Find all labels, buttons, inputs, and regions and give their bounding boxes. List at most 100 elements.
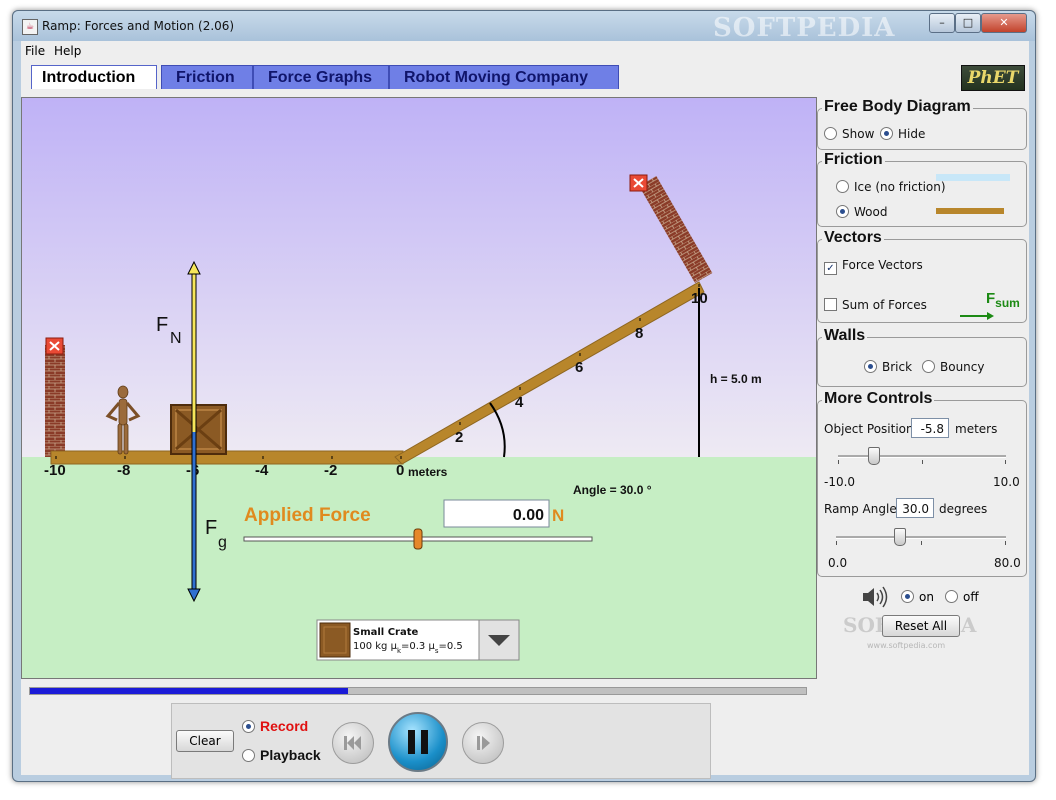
- tick-label-neg2: -2: [324, 462, 337, 479]
- tick-label-neg8: -8: [117, 462, 130, 479]
- simulation-canvas[interactable]: -10 -8 -6 -4 -2 0 2 4 6 8 10 meters h = …: [21, 97, 817, 679]
- angle-label: Angle = 30.0 °: [573, 483, 652, 497]
- wood-radio-icon[interactable]: [836, 205, 849, 218]
- sum-of-forces-checkbox[interactable]: Sum of Forces: [824, 298, 927, 312]
- normal-force-subscript: N: [170, 330, 182, 347]
- object-position-field[interactable]: -5.8: [911, 418, 949, 438]
- menu-file[interactable]: File: [25, 44, 45, 58]
- step-forward-button[interactable]: [462, 722, 504, 764]
- applied-force-unit: N: [552, 506, 564, 525]
- ice-radio-icon[interactable]: [836, 180, 849, 193]
- tab-robot-moving-company[interactable]: Robot Moving Company: [389, 65, 619, 89]
- record-progress-fill: [30, 688, 349, 694]
- position-tick-max: [1005, 460, 1006, 464]
- more-controls-title: More Controls: [822, 390, 935, 408]
- ramp-angle-slider-thumb[interactable]: [894, 528, 906, 546]
- left-brick-wall: [45, 345, 65, 457]
- brick-label: Brick: [882, 360, 913, 374]
- tick-label-neg4: -4: [255, 462, 269, 479]
- position-max-label: 10.0: [993, 475, 1020, 489]
- friction-ice-radio[interactable]: Ice (no friction): [836, 180, 946, 194]
- sound-on-label: on: [919, 590, 934, 604]
- walls-panel-title: Walls: [822, 327, 868, 345]
- fbd-hide-radio[interactable]: Hide: [880, 127, 925, 141]
- tab-friction[interactable]: Friction: [161, 65, 253, 89]
- walls-brick-radio[interactable]: Brick: [864, 360, 912, 374]
- friction-wood-radio[interactable]: Wood: [836, 205, 887, 219]
- object-selector[interactable]: Small Crate 100 kg μk=0.3 μs=0.5: [316, 619, 520, 661]
- sound-off-radio[interactable]: off: [945, 590, 979, 604]
- playback-radio-icon[interactable]: [242, 749, 255, 762]
- fsum-arrow-icon: [960, 312, 994, 320]
- clear-button[interactable]: Clear: [176, 730, 234, 752]
- fbd-hide-label: Hide: [898, 127, 926, 141]
- checkmark-icon[interactable]: ✓: [824, 262, 837, 275]
- axis-unit-label: meters: [408, 465, 448, 479]
- sum-of-forces-label: Sum of Forces: [842, 298, 927, 312]
- minimize-button[interactable]: –: [929, 13, 955, 33]
- object-position-slider-track[interactable]: [838, 455, 1006, 458]
- playback-label: Playback: [260, 747, 321, 763]
- menu-bar: File Help: [21, 41, 1029, 61]
- rewind-button[interactable]: [332, 722, 374, 764]
- window-title: Ramp: Forces and Motion (2.06): [42, 19, 235, 33]
- brick-radio-icon[interactable]: [864, 360, 877, 373]
- sound-on-radio[interactable]: on: [901, 590, 934, 604]
- tab-introduction[interactable]: Introduction: [31, 65, 157, 89]
- playback-radio[interactable]: Playback: [242, 747, 321, 763]
- applied-force-label: Applied Force: [244, 505, 371, 526]
- title-bar[interactable]: ☕ Ramp: Forces and Motion (2.06) SOFTPED…: [13, 11, 1035, 43]
- tick-label-neg10: -10: [44, 462, 66, 479]
- small-crate[interactable]: [170, 404, 227, 455]
- pause-button[interactable]: [388, 712, 448, 772]
- softpedia-watermark: SOFTPEDIA: [713, 13, 896, 43]
- fbd-show-radio-icon[interactable]: [824, 127, 837, 140]
- fsum-label: Fsum: [986, 290, 1020, 310]
- height-label: h = 5.0 m: [710, 372, 762, 386]
- angle-max-label: 80.0: [994, 556, 1021, 570]
- fbd-panel-title: Free Body Diagram: [822, 98, 973, 116]
- record-radio[interactable]: Record: [242, 718, 308, 734]
- record-progress-bar[interactable]: [29, 687, 807, 695]
- gravity-force-subscript: g: [218, 534, 227, 551]
- bouncy-radio-icon[interactable]: [922, 360, 935, 373]
- object-position-label: Object Position: [824, 422, 914, 436]
- vectors-panel-title: Vectors: [822, 229, 884, 247]
- ramp-angle-slider-track[interactable]: [836, 536, 1006, 539]
- sum-of-forces-check-icon[interactable]: [824, 298, 837, 311]
- left-wall-close-icon[interactable]: [45, 337, 64, 355]
- close-button[interactable]: ✕: [981, 13, 1027, 33]
- vectors-panel: Vectors ✓ Force Vectors Sum of Forces Fsu…: [817, 229, 1027, 323]
- object-position-unit: meters: [955, 422, 998, 436]
- speaker-icon: [861, 586, 891, 608]
- tick-label-6: 6: [575, 359, 583, 376]
- applied-force-value: 0.00: [513, 507, 544, 524]
- bouncy-label: Bouncy: [940, 360, 985, 374]
- angle-min-label: 0.0: [828, 556, 848, 570]
- sound-off-label: off: [963, 590, 979, 604]
- maximize-button[interactable]: □: [955, 13, 981, 33]
- object-position-slider-thumb[interactable]: [868, 447, 880, 465]
- rewind-icon: [344, 736, 361, 750]
- ice-label: Ice (no friction): [854, 180, 946, 194]
- ice-swatch: [936, 174, 1010, 181]
- applied-force-slider-thumb[interactable]: [413, 528, 423, 550]
- friction-panel: Friction Ice (no friction) Wood: [817, 151, 1027, 227]
- angle-tick-min: [836, 541, 837, 545]
- ramp-angle-field[interactable]: 30.0: [896, 498, 934, 518]
- wood-label: Wood: [854, 205, 888, 219]
- right-wall-close-icon[interactable]: [629, 174, 648, 192]
- normal-force-label: F: [156, 314, 168, 336]
- sound-off-radio-icon[interactable]: [945, 590, 958, 603]
- fbd-hide-radio-icon[interactable]: [880, 127, 893, 140]
- position-tick-min: [838, 460, 839, 464]
- fbd-show-radio[interactable]: Show: [824, 127, 874, 141]
- reset-all-button[interactable]: Reset All: [882, 615, 960, 637]
- force-vectors-checkbox[interactable]: ✓ Force Vectors: [824, 258, 923, 275]
- sound-on-radio-icon[interactable]: [901, 590, 914, 603]
- walls-bouncy-radio[interactable]: Bouncy: [922, 360, 984, 374]
- tab-force-graphs[interactable]: Force Graphs: [253, 65, 389, 89]
- record-radio-icon[interactable]: [242, 720, 255, 733]
- menu-help[interactable]: Help: [54, 44, 81, 58]
- fbd-panel: Free Body Diagram Show Hide: [817, 98, 1027, 150]
